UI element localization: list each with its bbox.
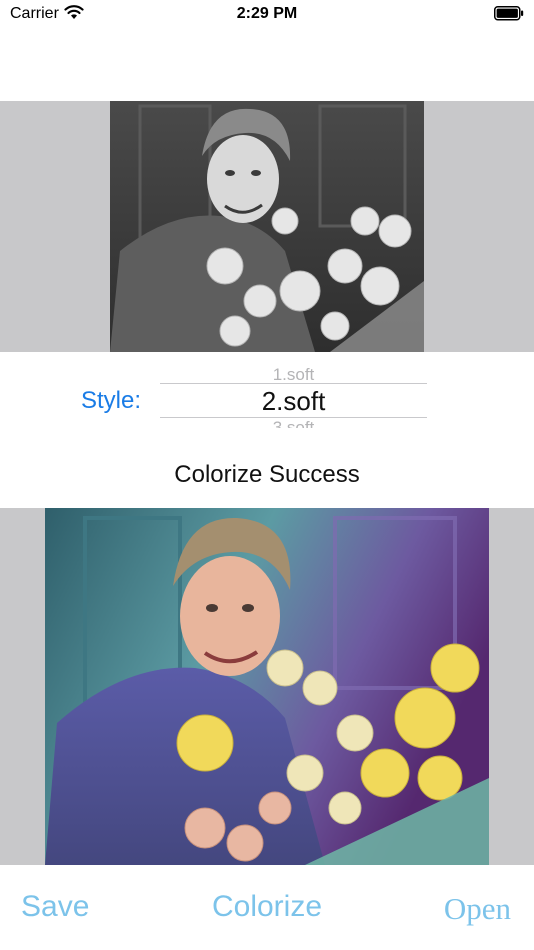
style-picker[interactable]: 1.soft 2.soft 3.soft [160,362,427,428]
source-photo [110,101,424,352]
style-label: Style: [81,387,142,414]
result-image-panel [0,508,534,865]
picker-option-selected[interactable]: 2.soft [160,386,427,417]
colorize-screen: Carrier 2:29 PM Style: 1.soft 2.soft 3.s… [0,0,534,950]
picker-option-previous[interactable]: 1.soft [160,365,427,381]
result-photo [45,508,489,865]
status-bar: Carrier 2:29 PM [0,0,534,30]
picker-divider-top [160,383,427,384]
bottom-toolbar: Save Colorize Open [0,865,534,950]
picker-option-next[interactable]: 3.soft [160,418,427,428]
status-message: Colorize Success [174,461,360,488]
source-photo-illustration [110,101,424,352]
battery-icon [494,6,524,21]
source-image-panel [0,101,534,352]
result-photo-illustration [45,508,489,865]
open-button[interactable]: Open [444,891,511,927]
clock: 2:29 PM [236,5,298,22]
